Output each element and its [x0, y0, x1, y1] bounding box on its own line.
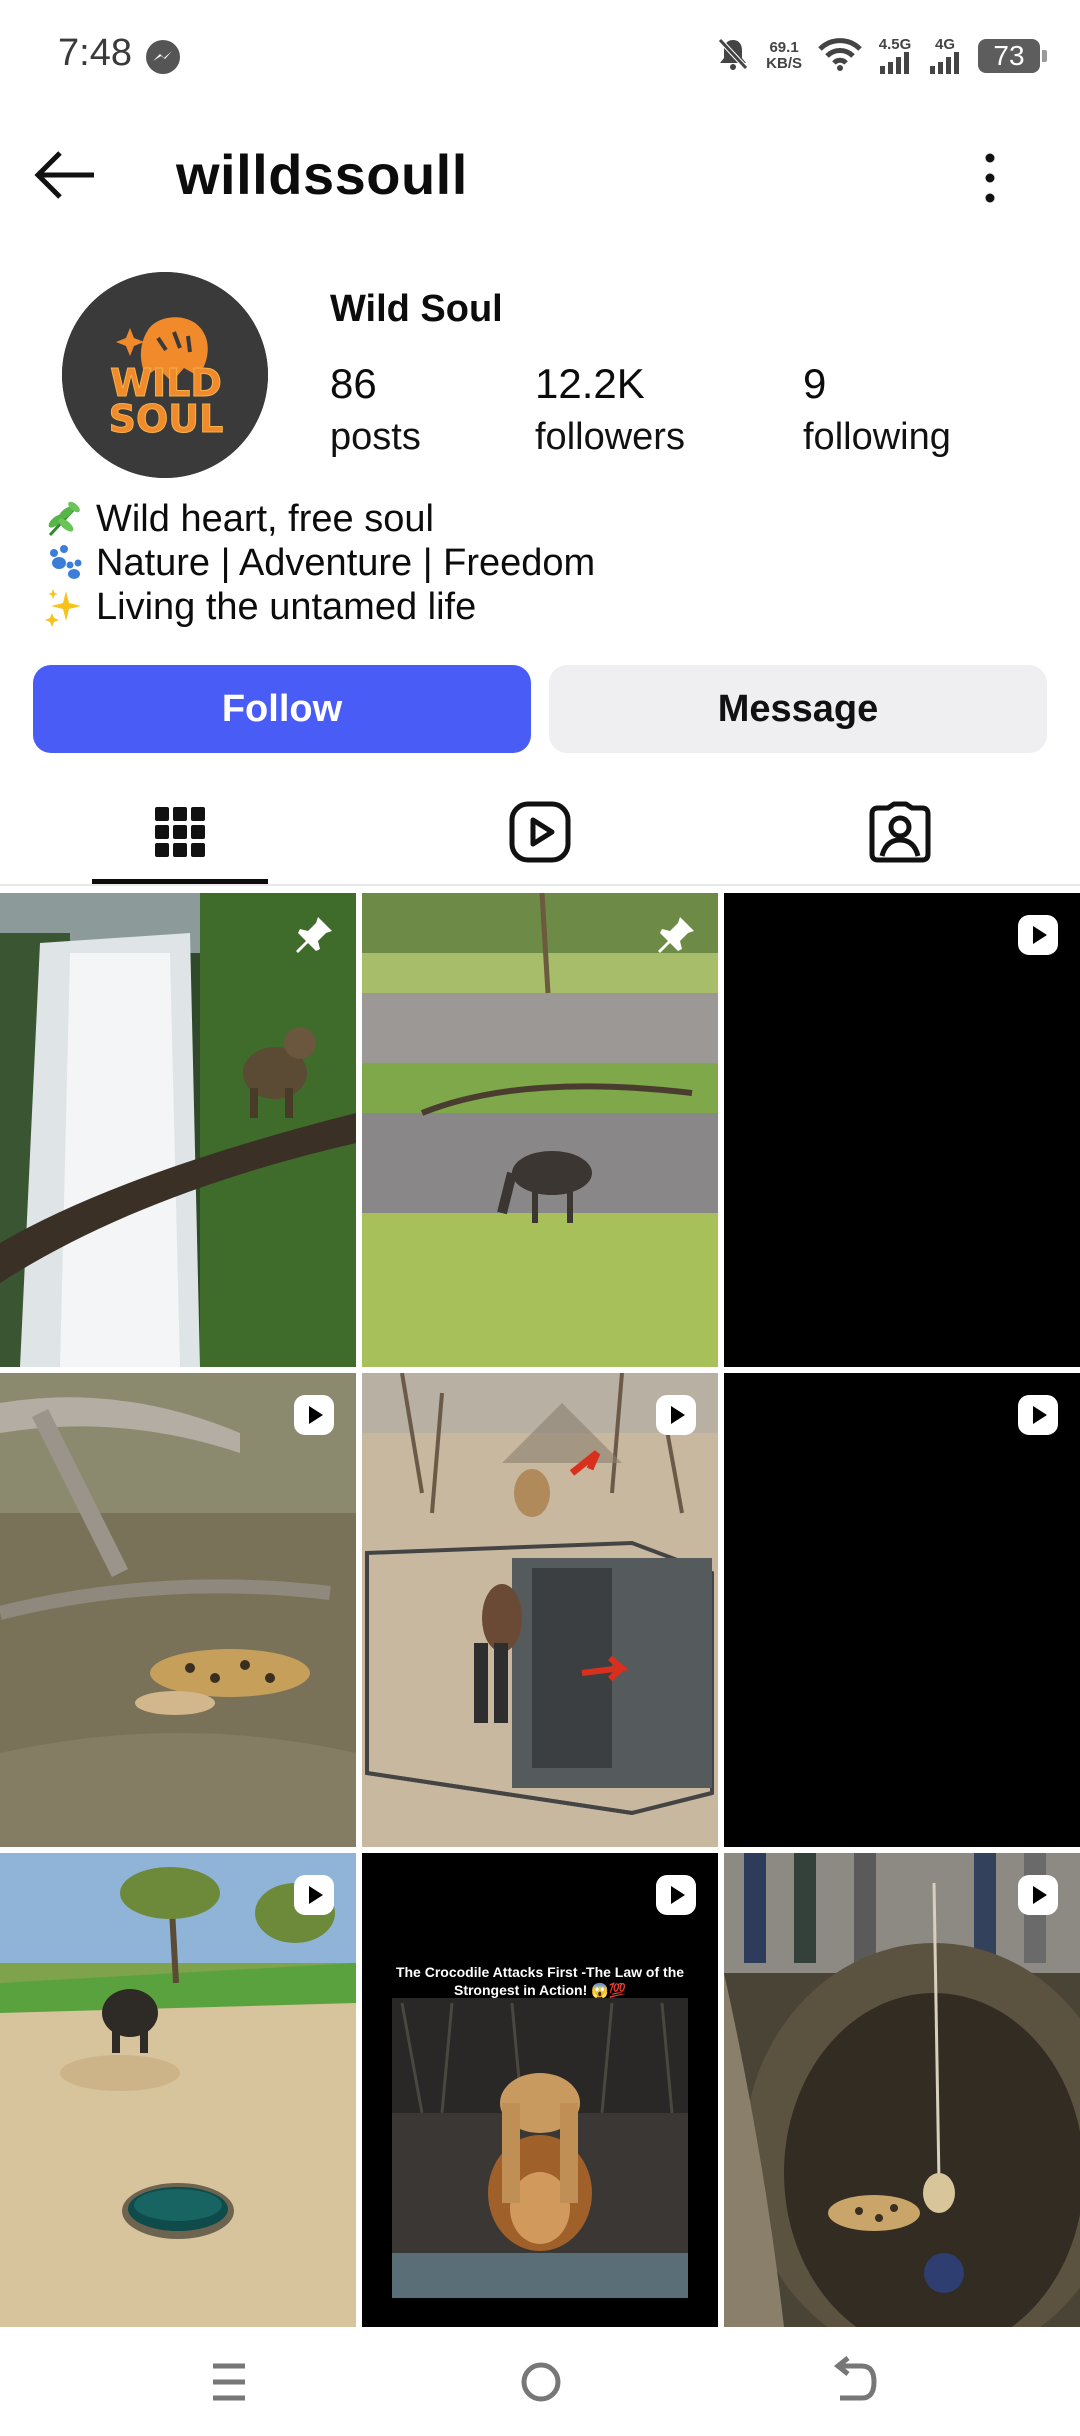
- lion-drinking-thumbnail: [362, 1853, 718, 2327]
- bio-line: Living the untamed life: [44, 585, 595, 629]
- waterfall-thumbnail: [0, 893, 356, 1367]
- grid-post-black-1[interactable]: [724, 893, 1080, 1367]
- tab-reels[interactable]: [360, 780, 720, 884]
- posts-label: posts: [330, 416, 421, 458]
- signal1-label: 4.5G: [878, 36, 912, 53]
- status-bar: 7:48 69.1 KB/S 4.5G 4G 73: [0, 0, 1080, 110]
- back-button[interactable]: [30, 140, 100, 210]
- reel-icon: [1018, 1875, 1058, 1915]
- grid-post-waterfall[interactable]: [0, 893, 356, 1367]
- followers-count: 12.2K: [535, 360, 645, 407]
- home-circle-icon: [521, 2362, 561, 2402]
- leopard-thumbnail: [0, 1373, 356, 1847]
- herb-emoji-icon: [48, 501, 80, 537]
- messenger-icon: [146, 40, 180, 74]
- battery-icon: 73: [978, 39, 1047, 73]
- menu-icon: [213, 2363, 245, 2401]
- wildebeest-thumbnail: [362, 893, 718, 1367]
- home-button[interactable]: [506, 2352, 576, 2412]
- tab-tagged[interactable]: [720, 780, 1080, 884]
- signal2-label: 4G: [934, 36, 955, 53]
- posts-stat[interactable]: 86 posts: [330, 360, 421, 459]
- following-count: 9: [803, 360, 827, 407]
- followers-label: followers: [535, 416, 685, 458]
- more-vertical-icon: [985, 153, 995, 203]
- tagged-icon: [869, 801, 931, 863]
- leopard-well-thumbnail: [724, 1853, 1080, 2327]
- reel-icon: [1018, 1395, 1058, 1435]
- tab-posts-grid[interactable]: [0, 780, 360, 884]
- signal-icon-2: 4G: [928, 36, 962, 74]
- following-label: following: [803, 416, 951, 458]
- sparkles-emoji-icon: [45, 589, 81, 627]
- net-speed-unit: KB/S: [766, 55, 802, 72]
- wifi-icon: [818, 37, 862, 76]
- bio-text: Wild heart, free soul: [96, 498, 434, 540]
- grid-post-lion-cage[interactable]: [362, 1373, 718, 1847]
- buffalo-thumbnail: [0, 1853, 356, 2327]
- display-name: Wild Soul: [330, 288, 503, 330]
- back-icon: [833, 2356, 877, 2401]
- bio-text: Nature | Adventure | Freedom: [96, 542, 596, 584]
- followers-stat[interactable]: 12.2K followers: [535, 360, 685, 459]
- grid-icon: [155, 807, 205, 857]
- pin-icon: [658, 917, 694, 953]
- net-speed-value: 69.1: [769, 39, 799, 56]
- battery-level: 73: [993, 40, 1025, 71]
- signal-icon-1: 4.5G: [878, 36, 912, 74]
- bio-line: Nature | Adventure | Freedom: [44, 541, 595, 585]
- post-caption-overlay: The Crocodile Attacks First -The Law of …: [395, 1964, 685, 1998]
- back-arrow-icon: [34, 151, 94, 199]
- wild-soul-logo: WILD SOUL: [62, 272, 268, 478]
- lion-cage-thumbnail: [362, 1373, 718, 1847]
- grid-post-buffalo[interactable]: [0, 1853, 356, 2327]
- reel-icon: [294, 1395, 334, 1435]
- reel-icon: [1018, 915, 1058, 955]
- message-button[interactable]: Message: [549, 665, 1047, 753]
- bio: Wild heart, free soul Nature | Adventure…: [44, 497, 595, 629]
- bio-text: Living the untamed life: [96, 586, 477, 628]
- system-back-button[interactable]: [818, 2352, 888, 2412]
- following-stat[interactable]: 9 following: [803, 360, 951, 459]
- grid-post-leopard-well[interactable]: [724, 1853, 1080, 2327]
- reel-icon: [656, 1395, 696, 1435]
- grid-post-lion-drinking[interactable]: The Crocodile Attacks First -The Law of …: [362, 1853, 718, 2327]
- grid-post-black-2[interactable]: [724, 1373, 1080, 1847]
- logo-text-2: SOUL: [109, 397, 224, 441]
- follow-button[interactable]: Follow: [33, 665, 531, 753]
- bio-line: Wild heart, free soul: [44, 497, 595, 541]
- reel-icon: [294, 1875, 334, 1915]
- status-icons: 69.1 KB/S 4.5G 4G 73: [716, 34, 1047, 78]
- recent-apps-button[interactable]: [193, 2352, 263, 2412]
- profile-username: willdssoull: [176, 143, 468, 206]
- avatar[interactable]: WILD SOUL: [62, 272, 268, 478]
- reels-icon: [509, 801, 571, 863]
- grid-post-leopard[interactable]: [0, 1373, 356, 1847]
- more-options-button[interactable]: [968, 146, 1012, 210]
- posts-count: 86: [330, 360, 377, 407]
- reel-icon: [656, 1875, 696, 1915]
- tabs-divider: [0, 884, 1080, 886]
- grid-post-wildebeest[interactable]: [362, 893, 718, 1367]
- pin-icon: [296, 917, 332, 953]
- status-time: 7:48: [58, 32, 132, 74]
- paw-prints-emoji-icon: [50, 545, 82, 579]
- net-speed: 69.1 KB/S: [766, 40, 802, 72]
- mute-bell-icon: [716, 36, 750, 77]
